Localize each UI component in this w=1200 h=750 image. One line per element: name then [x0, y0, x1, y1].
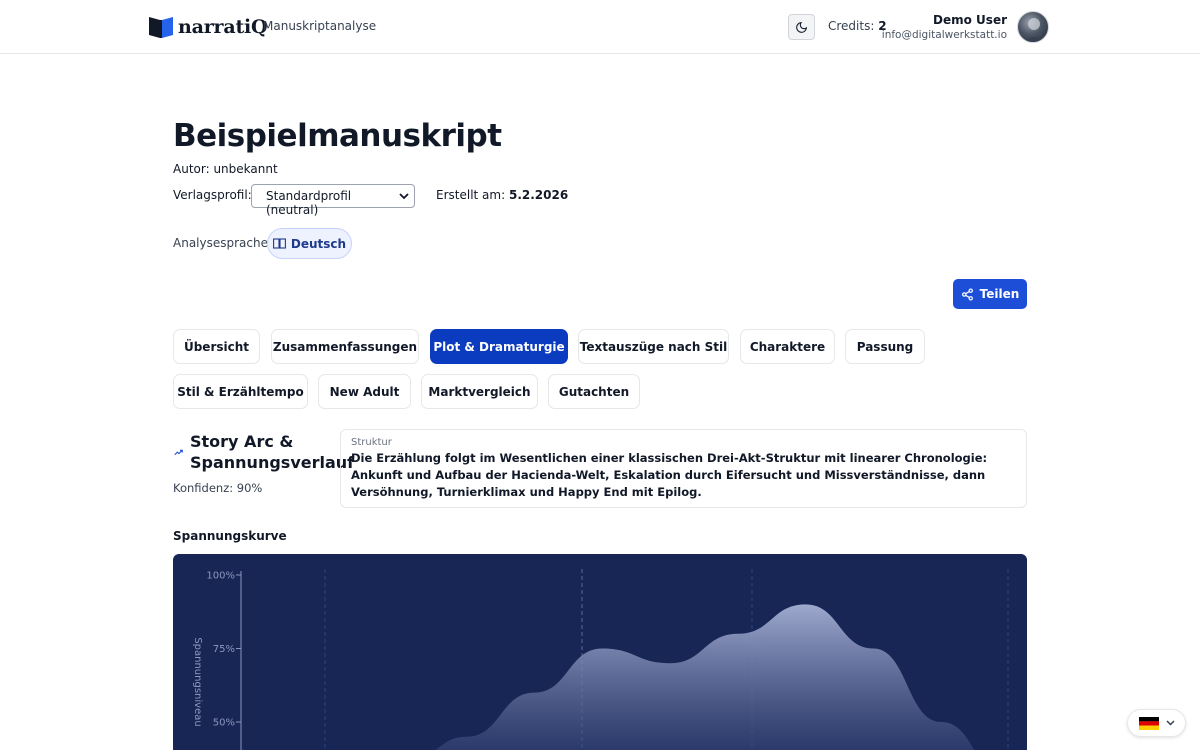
chevron-down-icon	[1165, 720, 1175, 726]
created-label: Erstellt am:	[436, 188, 506, 202]
trending-up-icon	[174, 449, 183, 456]
brand-name: narratiQ	[178, 15, 268, 38]
tab-charaktere[interactable]: Charaktere	[740, 329, 835, 364]
tab-stil-erzaehltempo[interactable]: Stil & Erzähltempo	[173, 374, 308, 409]
tab-gutachten[interactable]: Gutachten	[548, 374, 640, 409]
avatar-photo-icon	[1023, 18, 1045, 42]
user-info[interactable]: Demo User info@digitalwerkstatt.io	[882, 13, 1007, 41]
locale-switcher[interactable]	[1127, 709, 1186, 737]
y-axis-label: Spannungsniveau	[192, 637, 203, 726]
tab-passung[interactable]: Passung	[845, 329, 925, 364]
page-title: Beispielmanuskript	[173, 118, 502, 154]
section-label[interactable]: Manuskriptanalyse	[263, 19, 376, 33]
structure-label: Struktur	[351, 437, 392, 448]
analysis-language-button[interactable]: Deutsch	[267, 228, 352, 259]
tab-new-adult[interactable]: New Adult	[318, 374, 411, 409]
top-bar: narratiQ Manuskriptanalyse Credits: 2 De…	[0, 0, 1200, 54]
story-arc-title: Story Arc & Spannungsverlauf	[190, 431, 354, 473]
moon-icon	[796, 21, 808, 33]
y-tick-label: 50%	[213, 718, 235, 729]
credits-display: Credits: 2	[828, 19, 887, 33]
analysis-language-value: Deutsch	[290, 236, 347, 251]
confidence-text: Konfidenz: 90%	[173, 481, 263, 495]
publisher-profile-select[interactable]: Standardprofil (neutral)	[251, 184, 415, 217]
user-name: Demo User	[933, 13, 1007, 27]
logo[interactable]: narratiQ	[148, 14, 268, 39]
share-button[interactable]: Teilen	[953, 279, 1027, 309]
open-book-icon	[272, 238, 286, 249]
structure-text: Die Erzählung folgt im Wesentlichen eine…	[351, 451, 988, 499]
tension-area	[331, 604, 1009, 750]
tab-marktvergleich[interactable]: Marktvergleich	[421, 374, 538, 409]
book-logo-icon	[149, 17, 173, 38]
credits-label: Credits:	[828, 19, 875, 33]
tab-zusammenfassungen[interactable]: Zusammenfassungen	[271, 329, 419, 364]
story-arc-heading: Story Arc & Spannungsverlauf	[173, 431, 354, 473]
share-icon	[961, 287, 973, 301]
y-tick-label: 75%	[213, 644, 235, 655]
tension-chart: 100% 75% 50% Spannungsniveau	[173, 554, 1027, 750]
tension-chart-svg: 100% 75% 50% Spannungsniveau	[192, 569, 1009, 750]
created-date: Erstellt am: 5.2.2026	[436, 188, 568, 202]
y-tick-label: 100%	[206, 571, 235, 582]
profile-label: Verlagsprofil:	[173, 188, 252, 202]
author-text: Autor: unbekannt	[173, 162, 278, 176]
structure-card: Struktur Die Erzählung folgt im Wesentli…	[340, 429, 1027, 508]
chevron-down-icon	[399, 193, 409, 200]
avatar[interactable]	[1017, 11, 1049, 43]
profile-select-value: Standardprofil (neutral)	[266, 189, 352, 217]
story-arc-title-line1: Story Arc &	[190, 432, 294, 451]
de-flag-icon	[1138, 716, 1159, 730]
tab-textauszuege[interactable]: Textauszüge nach Stil	[578, 329, 729, 364]
tab-uebersicht[interactable]: Übersicht	[173, 329, 260, 364]
user-email: info@digitalwerkstatt.io	[881, 29, 1007, 41]
created-value: 5.2.2026	[508, 188, 569, 202]
analysis-language-label: Analysesprache:	[173, 236, 273, 250]
share-label: Teilen	[979, 287, 1020, 301]
story-arc-title-line2: Spannungsverlauf	[190, 453, 355, 472]
theme-toggle-button[interactable]	[788, 14, 815, 40]
tension-curve-label: Spannungskurve	[173, 529, 287, 543]
tab-plot-dramaturgie[interactable]: Plot & Dramaturgie	[430, 329, 568, 364]
